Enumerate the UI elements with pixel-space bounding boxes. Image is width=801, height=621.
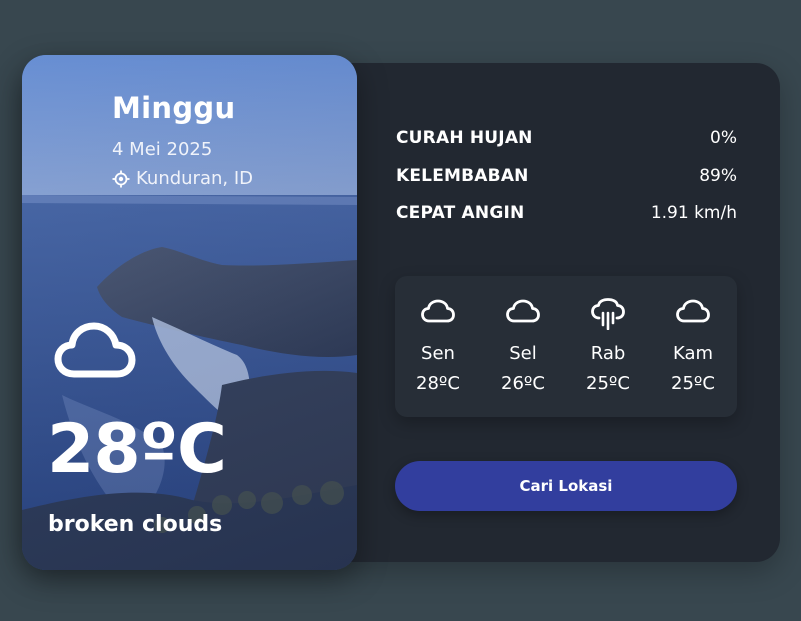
cloud-icon — [54, 318, 136, 384]
forecast-day-name: Sen — [421, 343, 455, 364]
detail-label: CURAH HUJAN — [396, 128, 533, 148]
forecast-temperature: 28ºC — [416, 373, 460, 394]
detail-value: 1.91 km/h — [650, 203, 737, 223]
detail-row-precipitation: CURAH HUJAN 0% — [396, 128, 737, 148]
location-crosshair-icon — [112, 170, 130, 188]
forecast-temperature: 25ºC — [671, 373, 715, 394]
image-overlay — [22, 55, 357, 570]
forecast-temperature: 26ºC — [501, 373, 545, 394]
search-location-button[interactable]: Cari Lokasi — [395, 461, 737, 511]
detail-label: KELEMBABAN — [396, 166, 529, 186]
detail-row-wind-speed: CEPAT ANGIN 1.91 km/h — [396, 203, 737, 223]
cloud-icon — [675, 298, 711, 328]
forecast-temperature: 25ºC — [586, 373, 630, 394]
detail-value: 0% — [710, 128, 737, 148]
forecast-panel: Sen 28ºC Sel 26ºC Rab 25ºC Kam 25ºC — [395, 276, 737, 417]
current-date: 4 Mei 2025 — [112, 139, 213, 160]
detail-label: CEPAT ANGIN — [396, 203, 525, 223]
current-temperature: 28ºC — [47, 410, 227, 489]
cloud-icon — [505, 298, 541, 328]
detail-value: 89% — [699, 166, 737, 186]
detail-row-humidity: KELEMBABAN 89% — [396, 166, 737, 186]
location-text: Kunduran, ID — [136, 168, 254, 189]
forecast-day-name: Kam — [672, 343, 714, 364]
forecast-day-name: Sel — [509, 343, 537, 364]
current-location: Kunduran, ID — [112, 168, 253, 189]
forecast-day-name: Rab — [590, 343, 626, 364]
current-weather-panel: Minggu 4 Mei 2025 Kunduran, ID 28ºC brok… — [22, 55, 357, 570]
cloud-icon — [420, 298, 456, 328]
cloud-rain-icon — [590, 298, 626, 334]
current-day: Minggu — [112, 91, 236, 125]
weather-description: broken clouds — [48, 512, 223, 537]
